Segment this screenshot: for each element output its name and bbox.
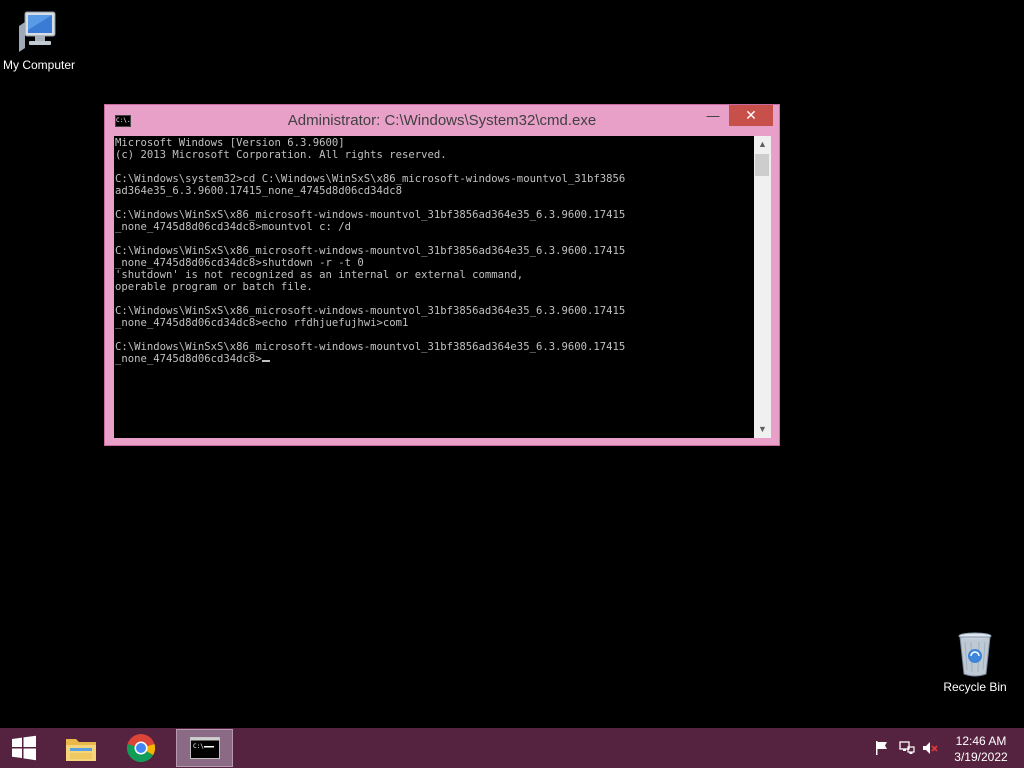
folder-icon xyxy=(66,739,96,761)
console-line: _none_4745d8d06cd34dc8>echo rfdhjuefujhw… xyxy=(115,317,409,329)
cmd-icon: C:\ xyxy=(189,737,220,759)
recycle-bin-icon xyxy=(958,632,992,677)
console-line: _none_4745d8d06cd34dc8>shutdown -r -t 0 xyxy=(115,257,364,269)
close-button[interactable]: ✕ xyxy=(729,105,773,126)
console-line: (c) 2013 Microsoft Corporation. All righ… xyxy=(115,149,447,161)
console-line: _none_4745d8d06cd34dc8> xyxy=(115,353,262,365)
desktop-icon-my-computer[interactable]: My Computer xyxy=(0,8,79,72)
console-line: _none_4745d8d06cd34dc8>mountvol c: /d xyxy=(115,221,351,233)
scroll-down-button[interactable]: ▼ xyxy=(754,421,771,438)
console-line: ad364e35_6.3.9600.17415_none_4745d8d06cd… xyxy=(115,185,403,197)
window-title: Administrator: C:\Windows\System32\cmd.e… xyxy=(287,112,597,129)
console-cursor xyxy=(261,360,270,362)
taskbar-file-explorer[interactable] xyxy=(58,728,104,768)
svg-text:C:\: C:\ xyxy=(193,743,204,750)
computer-icon xyxy=(19,11,56,52)
flag-icon[interactable] xyxy=(874,740,890,756)
scroll-up-button[interactable]: ▲ xyxy=(754,136,771,153)
volume-muted-icon[interactable] xyxy=(922,740,938,756)
console-line: C:\Windows\WinSxS\x86_microsoft-windows-… xyxy=(115,341,626,353)
taskbar: C:\ 12:46 AM 3/19/2022 xyxy=(0,728,1024,768)
console-line: C:\Windows\WinSxS\x86_microsoft-windows-… xyxy=(115,245,626,257)
taskbar-chrome[interactable] xyxy=(118,728,164,768)
console-output[interactable]: Microsoft Windows [Version 6.3.9600] (c)… xyxy=(114,136,754,438)
desktop-icon-label: My Computer xyxy=(2,58,76,72)
start-button[interactable] xyxy=(0,728,48,768)
console-line: C:\Windows\WinSxS\x86_microsoft-windows-… xyxy=(115,305,626,317)
clock-date: 3/19/2022 xyxy=(954,750,1008,764)
chrome-icon xyxy=(126,734,156,762)
console-line: C:\Windows\system32>cd C:\Windows\WinSxS… xyxy=(115,173,626,185)
taskbar-clock[interactable]: 12:46 AM 3/19/2022 xyxy=(948,733,1014,765)
clock-time: 12:46 AM xyxy=(955,734,1007,748)
desktop-icon-recycle-bin[interactable]: Recycle Bin xyxy=(935,630,1015,694)
cmd-window[interactable]: C:\. Administrator: C:\Windows\System32\… xyxy=(104,104,780,446)
console-line: Microsoft Windows [Version 6.3.9600] xyxy=(115,137,345,149)
console-line: operable program or batch file. xyxy=(115,281,313,293)
vertical-scrollbar[interactable]: ▲ ▼ xyxy=(754,136,771,438)
network-icon[interactable] xyxy=(899,740,915,756)
console-text: Microsoft Windows [Version 6.3.9600] (c)… xyxy=(114,136,754,365)
windows-logo-icon xyxy=(12,735,36,761)
scroll-thumb[interactable] xyxy=(755,154,769,176)
taskbar-cmd[interactable]: C:\ xyxy=(176,729,233,767)
console-line: C:\Windows\WinSxS\x86_microsoft-windows-… xyxy=(115,209,626,221)
desktop: My Computer Recycle Bin C:\. Administrat… xyxy=(0,0,1024,728)
console-line: 'shutdown' is not recognized as an inter… xyxy=(115,269,524,281)
minimize-button[interactable]: — xyxy=(700,105,726,126)
desktop-icon-label: Recycle Bin xyxy=(943,680,1007,694)
window-titlebar[interactable]: C:\. Administrator: C:\Windows\System32\… xyxy=(105,105,779,136)
